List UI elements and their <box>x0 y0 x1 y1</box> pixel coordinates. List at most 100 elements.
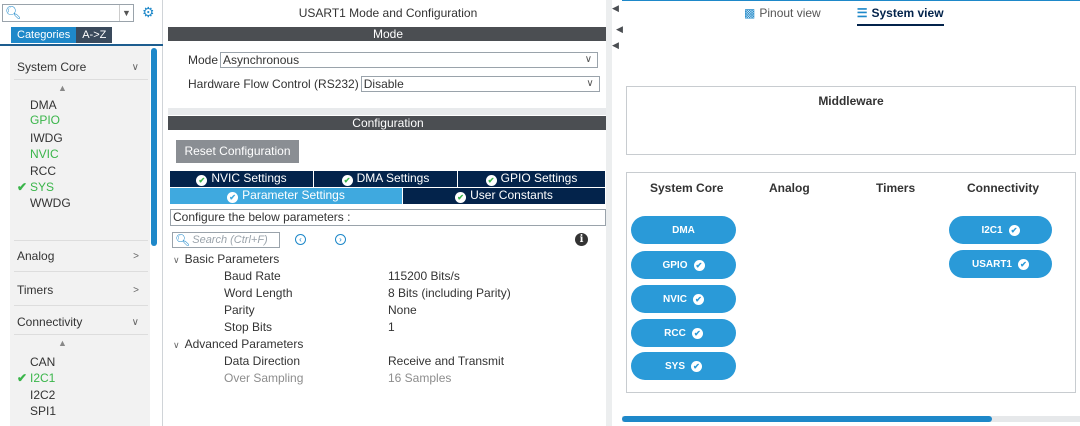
configure-instruction: Configure the below parameters : <box>170 209 606 226</box>
check-circle-icon: ✔ <box>196 175 208 186</box>
basic-parameters-section[interactable]: ∨ Basic Parameters <box>173 252 279 266</box>
check-circle-icon: ✔ <box>341 175 353 186</box>
collapse-left-icon[interactable]: ◀ <box>612 3 619 14</box>
param-value[interactable]: None <box>388 303 417 317</box>
flow-control-value: Disable <box>363 77 404 91</box>
check-icon: ✔ <box>17 180 28 194</box>
list-item-nvic[interactable]: NVIC <box>30 148 59 161</box>
param-name: Data Direction <box>224 354 301 368</box>
component-nvic-button[interactable]: NVIC ✔ <box>631 285 736 313</box>
group-analog[interactable]: Analog > <box>17 249 147 263</box>
chevron-down-icon[interactable]: ▼ <box>119 4 133 21</box>
param-name: Over Sampling <box>224 371 304 385</box>
pill-label: RCC <box>664 327 686 339</box>
divider <box>14 305 148 306</box>
check-circle-icon: ✔ <box>455 192 467 203</box>
group-label: System Core <box>17 60 87 74</box>
list-item-rcc[interactable]: RCC <box>30 165 56 178</box>
tab-categories[interactable]: Categories <box>11 27 77 43</box>
tab-dma-settings[interactable]: ✔ DMA Settings <box>314 171 458 187</box>
param-value[interactable]: 115200 Bits/s <box>388 269 460 283</box>
column-header-system-core: System Core <box>650 181 724 195</box>
flow-control-select[interactable]: Disable ∨ <box>360 76 600 92</box>
group-system-core[interactable]: System Core ∨ <box>17 60 147 74</box>
previous-icon[interactable]: ‹ <box>295 234 306 245</box>
list-item-iwdg[interactable]: IWDG <box>30 132 63 145</box>
mode-config-panel: USART1 Mode and Configuration Mode Mode … <box>168 0 608 426</box>
chevron-down-icon: ∨ <box>584 54 593 65</box>
param-value[interactable]: Receive and Transmit <box>388 354 504 368</box>
component-usart1-button[interactable]: USART1 ✔ <box>949 250 1052 278</box>
collapse-left-icon[interactable]: ◀ <box>612 40 619 51</box>
group-connectivity[interactable]: Connectivity ∨ <box>17 315 147 329</box>
mode-label: Mode <box>188 53 219 67</box>
component-dma-button[interactable]: DMA <box>631 216 736 244</box>
category-tabs: Categories A->Z <box>11 27 113 43</box>
list-item-i2c1[interactable]: I2C1 <box>30 372 55 385</box>
sidebar-search-input[interactable]: 🔍︎ ▼ <box>2 3 134 22</box>
component-gpio-button[interactable]: GPIO ✔ <box>631 251 736 279</box>
mode-select[interactable]: Asynchronous ∨ <box>220 52 599 68</box>
list-item-sys[interactable]: SYS <box>30 181 54 194</box>
mode-row: Mode Asynchronous ∨ <box>188 52 599 68</box>
tab-user-constants[interactable]: ✔ User Constants <box>403 188 606 204</box>
check-circle-icon: ✔ <box>1018 258 1029 270</box>
tab-label: System view <box>871 6 944 20</box>
parameter-search-input[interactable]: 🔍︎ Search (Ctrl+F) <box>172 232 280 248</box>
pill-label: GPIO <box>662 259 688 271</box>
component-i2c1-button[interactable]: I2C1 ✔ <box>949 216 1052 244</box>
group-timers[interactable]: Timers > <box>17 283 147 297</box>
param-name: Parity <box>224 303 255 317</box>
info-icon[interactable]: i <box>575 233 588 246</box>
chevron-down-icon: ∨ <box>173 255 180 265</box>
param-value[interactable]: 8 Bits (including Parity) <box>388 286 511 300</box>
sort-arrow-icon[interactable]: ▲ <box>58 83 67 93</box>
list-item-wwdg[interactable]: WWDG <box>30 197 71 210</box>
tab-a-z[interactable]: A->Z <box>76 27 113 43</box>
list-item-i2c2[interactable]: I2C2 <box>30 389 55 402</box>
divider <box>14 334 148 335</box>
tab-pinout-view[interactable]: ▩ Pinout view <box>744 6 821 26</box>
pill-label: USART1 <box>971 258 1012 270</box>
divider <box>14 240 148 241</box>
flow-control-label: Hardware Flow Control (RS232) <box>188 77 359 91</box>
system-view-icon: ☰ <box>856 6 868 20</box>
chevron-down-icon: ∨ <box>131 316 139 328</box>
horizontal-scrollbar-thumb[interactable] <box>622 416 992 422</box>
list-item-can[interactable]: CAN <box>30 356 55 369</box>
middleware-box: Middleware <box>626 86 1076 155</box>
list-item-spi1[interactable]: SPI1 <box>30 405 56 418</box>
sort-arrow-icon[interactable]: ▲ <box>58 338 67 348</box>
tab-nvic-settings[interactable]: ✔ NVIC Settings <box>170 171 314 187</box>
tab-label: DMA Settings <box>356 171 430 185</box>
next-icon[interactable]: › <box>335 234 346 245</box>
component-rcc-button[interactable]: RCC ✔ <box>631 319 736 347</box>
config-tabs-row-1: ✔ NVIC Settings ✔ DMA Settings ✔ GPIO Setti… <box>170 171 606 187</box>
component-sys-button[interactable]: SYS ✔ <box>631 352 736 380</box>
param-value[interactable]: 1 <box>388 320 395 334</box>
param-name: Baud Rate <box>224 269 281 283</box>
gear-icon[interactable]: ⚙ <box>142 4 155 21</box>
chevron-down-icon: ∨ <box>586 78 594 89</box>
reset-configuration-button[interactable]: Reset Configuration <box>176 140 299 163</box>
chip-icon: ▩ <box>744 6 756 20</box>
check-circle-icon: ✔ <box>1008 224 1020 236</box>
list-item-dma[interactable]: DMA <box>30 99 57 112</box>
tab-label: GPIO Settings <box>500 171 578 185</box>
pill-label: SYS <box>664 360 685 372</box>
divider <box>14 79 148 80</box>
chevron-down-icon: ∨ <box>173 340 180 350</box>
view-tabs: ▩ Pinout view ☰ System view <box>744 6 944 26</box>
search-icon: 🔍︎ <box>5 4 22 20</box>
tab-label: Parameter Settings <box>242 188 345 202</box>
column-header-timers: Timers <box>876 181 916 195</box>
tab-parameter-settings[interactable]: ✔ Parameter Settings <box>170 188 403 204</box>
collapse-left-icon[interactable]: ◀ <box>616 24 623 35</box>
list-item-gpio[interactable]: GPIO <box>30 114 60 127</box>
param-value[interactable]: 16 Samples <box>388 371 451 385</box>
advanced-parameters-section[interactable]: ∨ Advanced Parameters <box>173 337 303 351</box>
tab-system-view[interactable]: ☰ System view <box>856 6 944 26</box>
tab-gpio-settings[interactable]: ✔ GPIO Settings <box>458 171 606 187</box>
sidebar-scrollbar[interactable] <box>151 48 157 246</box>
check-circle-icon: ✔ <box>691 360 702 372</box>
